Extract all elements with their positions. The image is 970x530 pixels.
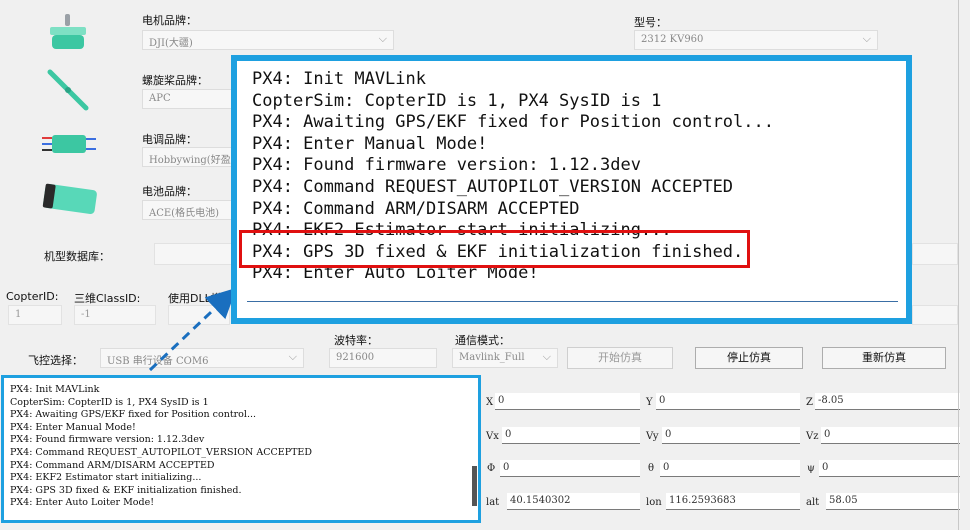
console-zoom-line: PX4: Init MAVLink <box>252 69 426 89</box>
console-zoom: PX4: Init MAVLink CopterSim: CopterID is… <box>231 55 912 324</box>
console-zoom-line: PX4: Command ARM/DISARM ACCEPTED <box>252 198 580 219</box>
console-zoom-line: CopterSim: CopterID is 1, PX4 SysID is 1 <box>252 90 662 111</box>
console-zoom-line: PX4: Enter Manual Mode! <box>252 133 488 154</box>
highlight-box <box>239 230 750 268</box>
console-zoom-divider <box>247 301 898 302</box>
console-zoom-line: PX4: Awaiting GPS/EKF fixed for Position… <box>252 112 774 133</box>
console-zoom-line: PX4: Command REQUEST_AUTOPILOT_VERSION A… <box>252 176 734 197</box>
console-zoom-line: PX4: Found firmware version: 1.12.3dev <box>252 155 641 176</box>
